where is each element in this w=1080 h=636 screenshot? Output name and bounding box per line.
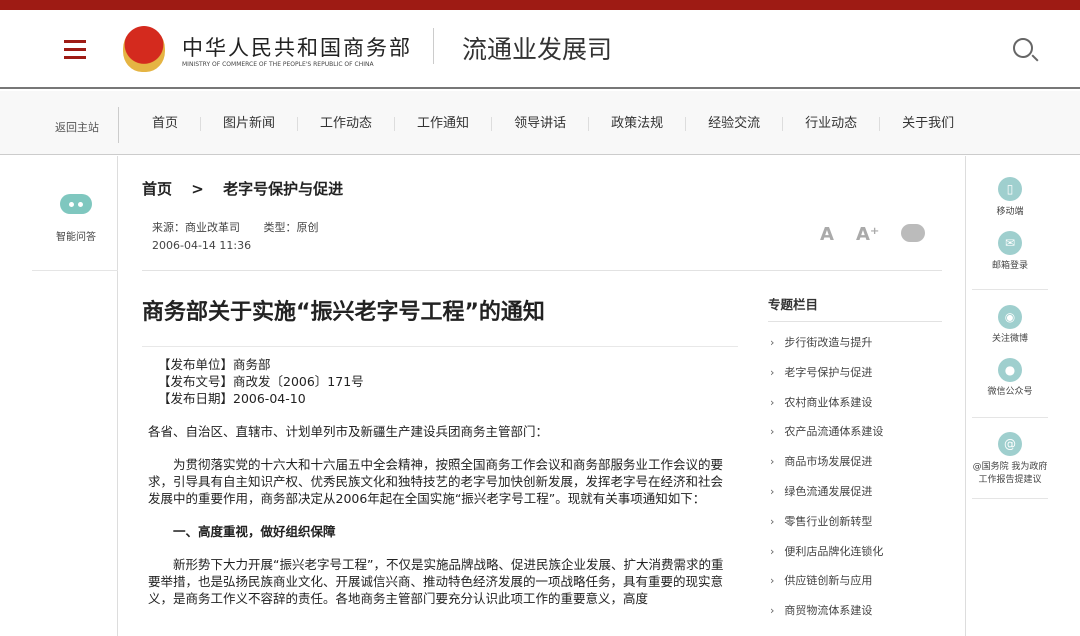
article-meta: 来源：商业改革司 类型：原创: [152, 219, 339, 235]
ministry-name-en: MINISTRY OF COMMERCE OF THE PEOPLE'S REP…: [182, 61, 374, 68]
weibo-link[interactable]: 关注微博: [966, 333, 1054, 346]
nav-item-about[interactable]: 关于我们: [880, 117, 976, 131]
divider: [972, 498, 1048, 499]
divider: [972, 289, 1048, 290]
font-smaller-button[interactable]: A: [820, 224, 834, 245]
field-doc-number: 【发布文号】商改发〔2006〕171号: [158, 374, 364, 389]
article-body: 【发布单位】商务部 【发布文号】商改发〔2006〕171号 【发布日期】2006…: [148, 356, 730, 607]
nav-item-work-updates[interactable]: 工作动态: [298, 117, 396, 131]
paragraph: 为贯彻落实党的十六大和十六届五中全会精神，按照全国商务工作会议和商务部服务业工作…: [148, 457, 724, 506]
chatbot-icon[interactable]: [60, 194, 92, 214]
topic-link[interactable]: 商贸物流体系建设: [768, 596, 942, 626]
mail-icon[interactable]: ✉: [998, 231, 1022, 255]
font-larger-button[interactable]: A⁺: [856, 224, 879, 245]
mobile-icon[interactable]: ▯: [998, 177, 1022, 201]
source: 来源：商业改革司: [152, 221, 240, 234]
topic-link[interactable]: 商品市场发展促进: [768, 447, 942, 477]
field-date: 【发布日期】2006-04-10: [158, 391, 306, 406]
nav-item-home[interactable]: 首页: [130, 117, 202, 131]
topic-link[interactable]: 零售行业创新转型: [768, 507, 942, 537]
type: 类型：原创: [263, 221, 319, 234]
at-icon[interactable]: @: [998, 432, 1022, 456]
divider: [32, 270, 118, 271]
topic-column-title: 专题栏目: [768, 294, 942, 322]
divider: [142, 346, 738, 347]
smart-qa-link[interactable]: 智能问答: [56, 228, 96, 243]
field-issuer: 【发布单位】商务部: [158, 357, 271, 372]
hamburger-menu-icon[interactable]: [64, 40, 86, 64]
national-emblem-logo[interactable]: [123, 26, 165, 72]
department-name: 流通业发展司: [462, 35, 613, 64]
breadcrumb: 首页 > 老字号保护与促进: [142, 178, 357, 199]
search-icon[interactable]: [1013, 38, 1033, 58]
breadcrumb-separator: >: [191, 180, 204, 198]
main-nav: 返回主站 首页 图片新闻 工作动态 工作通知 领导讲话 政策法规 经验交流 行业…: [0, 91, 1080, 155]
topic-column: 专题栏目 步行街改造与提升 老字号保护与促进 农村商业体系建设 农产品流通体系建…: [768, 294, 942, 626]
article-title: 商务部关于实施“振兴老字号工程”的通知: [142, 300, 545, 325]
topic-link[interactable]: 绿色流通发展促进: [768, 477, 942, 507]
mail-login-link[interactable]: 邮箱登录: [966, 260, 1054, 273]
publish-datetime: 2006-04-14 11:36: [152, 239, 252, 252]
wechat-share-icon[interactable]: [901, 224, 926, 242]
top-accent-bar: [0, 0, 1080, 10]
addressee: 各省、自治区、直辖市、计划单列市及新疆生产建设兵团商务主管部门：: [148, 424, 549, 439]
topic-link[interactable]: 供应链创新与应用: [768, 566, 942, 596]
wechat-icon[interactable]: ●: [998, 358, 1022, 382]
left-sidebar: 智能问答: [0, 156, 118, 636]
section-heading: 一、高度重视，做好组织保障: [173, 524, 336, 539]
nav-item-work-notices[interactable]: 工作通知: [395, 117, 493, 131]
weibo-icon[interactable]: ◉: [998, 305, 1022, 329]
divider: [433, 28, 434, 64]
breadcrumb-home[interactable]: 首页: [142, 180, 172, 198]
breadcrumb-current[interactable]: 老字号保护与促进: [223, 180, 343, 198]
topic-link[interactable]: 便利店品牌化连锁化: [768, 537, 942, 567]
back-to-main-site-link[interactable]: 返回主站: [55, 119, 99, 135]
nav-item-industry[interactable]: 行业动态: [783, 117, 881, 131]
nav-item-speeches[interactable]: 领导讲话: [492, 117, 590, 131]
article-tools: A A⁺: [820, 224, 926, 245]
nav-item-policies[interactable]: 政策法规: [589, 117, 687, 131]
paragraph: 新形势下大力开展“振兴老字号工程”，不仅是实施品牌战略、促进民族企业发展、扩大消…: [148, 557, 724, 606]
nav-item-experience[interactable]: 经验交流: [686, 117, 784, 131]
suggestion-link[interactable]: @国务院 我为政府工作报告提建议: [966, 461, 1054, 487]
topic-link[interactable]: 老字号保护与促进: [768, 358, 942, 388]
topic-link[interactable]: 步行街改造与提升: [768, 328, 942, 358]
right-sidebar: ▯ 移动端 ✉ 邮箱登录 ◉ 关注微博 ● 微信公众号 @ @国务院 我为政府工…: [965, 156, 1080, 636]
ministry-name[interactable]: 中华人民共和国商务部: [182, 32, 412, 62]
divider: [118, 107, 119, 143]
mobile-link[interactable]: 移动端: [966, 206, 1054, 219]
topic-link[interactable]: 农产品流通体系建设: [768, 417, 942, 447]
topic-link[interactable]: 农村商业体系建设: [768, 388, 942, 418]
nav-item-photo-news[interactable]: 图片新闻: [201, 117, 299, 131]
divider: [142, 270, 942, 271]
divider: [972, 417, 1048, 418]
wechat-account-link[interactable]: 微信公众号: [966, 386, 1054, 399]
site-header: 中华人民共和国商务部 MINISTRY OF COMMERCE OF THE P…: [0, 10, 1080, 89]
